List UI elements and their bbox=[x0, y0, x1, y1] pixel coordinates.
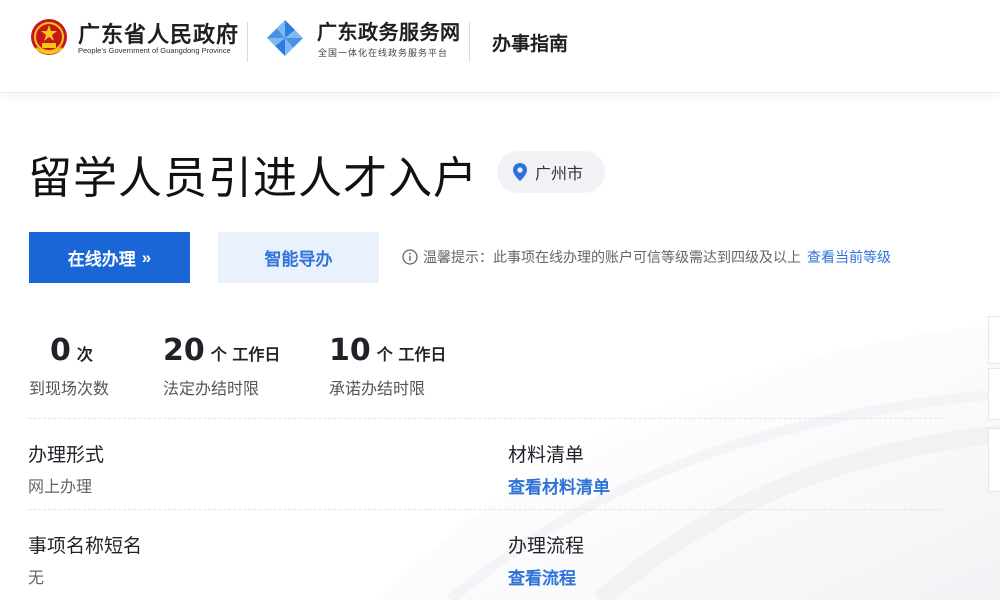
view-materials-link[interactable]: 查看材料清单 bbox=[508, 473, 610, 498]
gov-name: 广东省人民政府 bbox=[78, 23, 240, 48]
info-handling-form: 办理形式 网上办理 bbox=[28, 440, 104, 497]
side-floating-tab[interactable] bbox=[988, 316, 1000, 364]
online-apply-button[interactable]: 在线办理 » bbox=[29, 232, 190, 283]
gov-subtitle: People's Government of Guangdong Provinc… bbox=[78, 46, 231, 55]
stat-unit: 次 bbox=[76, 345, 93, 364]
notice-text: 温馨提示：此事项在线办理的账户可信等级需达到四级及以上 bbox=[423, 250, 801, 266]
service-subtitle: 全国一体化在线政务服务平台 bbox=[318, 49, 449, 59]
pinwheel-logo-icon bbox=[267, 20, 303, 56]
info-key: 事项名称短名 bbox=[28, 535, 143, 557]
view-process-link[interactable]: 查看流程 bbox=[508, 564, 584, 589]
stat-onsite-visits: 0次 bbox=[50, 333, 93, 368]
service-name: 广东政务服务网 bbox=[317, 20, 461, 44]
notice-tip: 温馨提示：此事项在线办理的账户可信等级需达到四级及以上 查看当前等级 bbox=[402, 247, 891, 267]
side-floating-tab[interactable] bbox=[988, 368, 1000, 420]
national-emblem-icon bbox=[31, 19, 67, 55]
info-process: 办理流程 查看流程 bbox=[508, 531, 584, 589]
stat-label: 到现场次数 bbox=[29, 379, 110, 398]
info-circle-icon bbox=[402, 249, 418, 265]
section-divider bbox=[28, 418, 942, 419]
section-divider bbox=[28, 509, 942, 510]
site-header: 广东省人民政府 People's Government of Guangdong… bbox=[0, 0, 1000, 93]
location-pin-icon bbox=[513, 163, 527, 181]
check-level-link[interactable]: 查看当前等级 bbox=[807, 247, 891, 267]
stat-label: 承诺办结时限 bbox=[329, 379, 426, 398]
header-divider bbox=[469, 22, 470, 62]
side-floating-tab[interactable] bbox=[988, 428, 1000, 492]
stat-promised-deadline: 10 个 工作日 bbox=[329, 333, 446, 368]
double-chevron-right-icon: » bbox=[141, 247, 152, 267]
stat-label: 法定办结时限 bbox=[163, 379, 260, 398]
stat-number: 10 bbox=[329, 333, 371, 368]
stat-unit: 个 工作日 bbox=[376, 345, 447, 364]
info-short-name: 事项名称短名 无 bbox=[28, 531, 142, 588]
stat-number: 20 bbox=[163, 333, 205, 368]
guide-nav-link[interactable]: 办事指南 bbox=[492, 29, 568, 56]
stat-legal-deadline: 20 个 工作日 bbox=[163, 333, 280, 368]
info-key: 材料清单 bbox=[508, 444, 585, 466]
info-key: 办理流程 bbox=[508, 535, 585, 557]
smart-guide-label: 智能导办 bbox=[264, 250, 333, 269]
info-value: 无 bbox=[28, 568, 45, 587]
location-badge[interactable]: 广州市 bbox=[497, 151, 605, 193]
info-value: 网上办理 bbox=[28, 477, 93, 496]
header-divider bbox=[247, 22, 248, 62]
page-title: 留学人员引进人才入户 bbox=[28, 153, 478, 204]
online-apply-label: 在线办理 bbox=[67, 250, 136, 269]
location-text: 广州市 bbox=[535, 164, 584, 183]
info-key: 办理形式 bbox=[28, 444, 105, 466]
info-materials: 材料清单 查看材料清单 bbox=[508, 440, 610, 498]
stat-unit: 个 工作日 bbox=[210, 345, 281, 364]
smart-guide-button[interactable]: 智能导办 bbox=[218, 232, 379, 283]
stat-number: 0 bbox=[50, 333, 71, 368]
